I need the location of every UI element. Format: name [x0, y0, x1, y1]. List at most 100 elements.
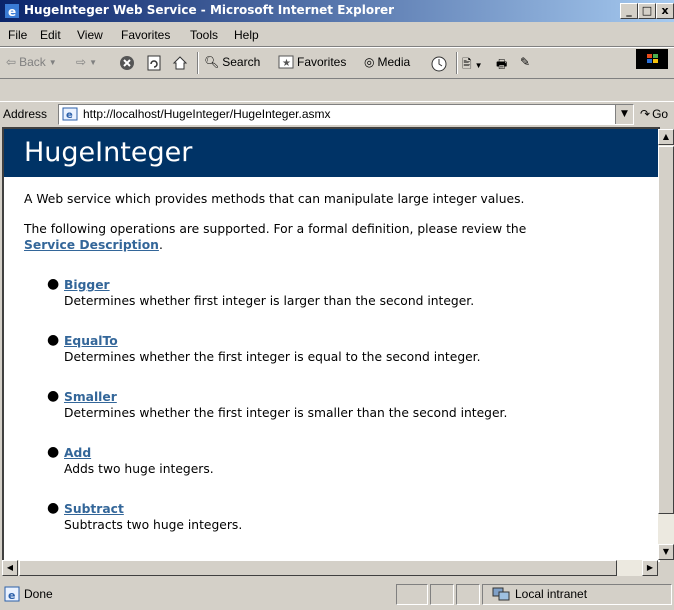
bullet-icon: ●	[47, 332, 60, 348]
close-button[interactable]: x	[656, 3, 674, 19]
print-icon: 🖶︎	[496, 57, 508, 71]
page-icon: e	[62, 107, 78, 121]
edit-icon: ✎	[520, 55, 531, 69]
menu-help[interactable]: Help	[234, 28, 259, 42]
vertical-scrollbar[interactable]: ▲ ▼	[658, 129, 674, 560]
address-label: Address	[3, 107, 48, 121]
go-button[interactable]: ↷ Go	[640, 107, 668, 121]
list-item: ● Bigger Determines whether first intege…	[47, 276, 660, 309]
list-item: ● Add Adds two huge integers.	[47, 444, 660, 477]
horizontal-scroll-thumb[interactable]	[19, 560, 617, 576]
scroll-up-button[interactable]: ▲	[658, 129, 674, 145]
bullet-icon: ●	[47, 444, 60, 460]
refresh-button[interactable]	[146, 55, 162, 71]
address-url: http://localhost/HugeInteger/HugeInteger…	[83, 107, 331, 121]
go-arrow-icon: ↷	[640, 107, 651, 121]
media-label: Media	[377, 55, 411, 69]
chevron-down-icon: ▼	[621, 109, 628, 119]
operation-description: Determines whether the first integer is …	[64, 350, 481, 364]
chevron-down-icon: ▼	[89, 57, 97, 67]
page-viewport: HugeInteger A Web service which provides…	[2, 127, 660, 562]
refresh-icon	[147, 55, 161, 71]
chevron-down-icon: ▼	[474, 61, 483, 70]
arrow-up-icon: ▲	[662, 132, 670, 141]
chevron-down-icon: ▼	[48, 57, 57, 67]
toolbar-overflow-button[interactable]: »	[658, 55, 665, 69]
address-bar: Address e http://localhost/HugeInteger/H…	[0, 101, 674, 126]
supported-text: The following operations are supported. …	[24, 222, 527, 252]
chevron-right-icon: »	[658, 55, 665, 69]
operation-link-equalto[interactable]: EqualTo	[64, 334, 118, 348]
menu-file[interactable]: File	[8, 28, 27, 42]
search-icon: 🔍︎	[204, 55, 220, 69]
status-pane	[430, 584, 454, 605]
stop-button[interactable]	[119, 55, 135, 71]
operation-link-bigger[interactable]: Bigger	[64, 278, 110, 292]
operation-description: Determines whether the first integer is …	[64, 406, 508, 420]
toolbar-separator	[197, 52, 199, 74]
horizontal-scrollbar[interactable]: ◀ ▶	[2, 560, 658, 576]
arrow-down-icon: ▼	[662, 547, 670, 556]
favorites-icon: ★	[278, 55, 294, 69]
back-button[interactable]: ⇦ Back ▼	[6, 55, 57, 69]
menu-view[interactable]: View	[77, 28, 103, 42]
forward-button[interactable]: ⇨ ▼	[76, 55, 97, 69]
arrow-right-icon: ▶	[646, 563, 654, 572]
scroll-left-button[interactable]: ◀	[2, 560, 18, 576]
toolbar-separator	[456, 52, 458, 74]
page-done-icon: e	[4, 586, 20, 602]
operation-description: Adds two huge integers.	[64, 462, 214, 476]
history-button[interactable]	[430, 55, 448, 73]
media-button[interactable]: ◎ Media	[364, 55, 410, 69]
status-pane	[396, 584, 428, 605]
print-button[interactable]: 🖶︎	[496, 55, 507, 76]
bullet-icon: ●	[47, 500, 60, 516]
favorites-button[interactable]: ★ Favorites	[278, 55, 346, 69]
address-input[interactable]: e http://localhost/HugeInteger/HugeInteg…	[58, 104, 634, 125]
supported-label: The following operations are supported. …	[24, 222, 527, 236]
status-bar: e Done Local intranet	[0, 582, 674, 606]
scroll-right-button[interactable]: ▶	[642, 560, 658, 576]
browser-window: e HugeInteger Web Service - Microsoft In…	[0, 0, 674, 610]
svg-text:★: ★	[282, 58, 291, 69]
menu-edit[interactable]: Edit	[40, 28, 61, 42]
arrow-left-icon: ◀	[6, 563, 14, 572]
menu-favorites[interactable]: Favorites	[121, 28, 170, 42]
operation-link-smaller[interactable]: Smaller	[64, 390, 117, 404]
svg-text:e: e	[66, 110, 73, 121]
intro-text: A Web service which provides methods tha…	[24, 192, 525, 206]
favorites-label: Favorites	[297, 55, 347, 69]
minimize-button[interactable]: _	[620, 3, 638, 19]
address-dropdown[interactable]: ▼	[615, 105, 633, 124]
operation-description: Determines whether first integer is larg…	[64, 294, 475, 308]
home-button[interactable]	[172, 55, 188, 71]
menu-tools[interactable]: Tools	[190, 28, 218, 42]
mail-button[interactable]: 🖹︎ ▼	[462, 55, 483, 76]
menu-bar: File Edit View Favorites Tools Help	[0, 24, 674, 69]
page-content: A Web service which provides methods tha…	[4, 191, 660, 533]
zone-label: Local intranet	[515, 587, 588, 601]
operations-list: ● Bigger Determines whether first intege…	[24, 276, 660, 533]
back-label: Back	[19, 55, 46, 69]
operation-link-subtract[interactable]: Subtract	[64, 502, 124, 516]
service-description-link[interactable]: Service Description	[24, 238, 159, 252]
window-title: HugeInteger Web Service - Microsoft Inte…	[24, 3, 395, 17]
list-item: ● Smaller Determines whether the first i…	[47, 388, 660, 421]
mail-icon: 🖹︎	[462, 57, 472, 71]
search-button[interactable]: 🔍︎ Search	[204, 55, 260, 69]
search-label: Search	[222, 55, 261, 69]
bullet-icon: ●	[47, 276, 60, 292]
title-bar[interactable]: e HugeInteger Web Service - Microsoft In…	[0, 0, 674, 22]
forward-arrow-icon: ⇨	[76, 55, 87, 69]
vertical-scroll-thumb[interactable]	[658, 146, 674, 514]
history-icon	[431, 56, 447, 72]
maximize-button[interactable]: □	[638, 3, 656, 19]
edit-button[interactable]: ✎	[520, 55, 530, 69]
status-pane	[456, 584, 480, 605]
list-item: ● EqualTo Determines whether the first i…	[47, 332, 660, 365]
scroll-down-button[interactable]: ▼	[658, 544, 674, 560]
operation-link-add[interactable]: Add	[64, 446, 91, 460]
stop-icon	[120, 56, 134, 70]
standard-toolbar: ⇦ Back ▼ ⇨ ▼ 🔍︎ Search ★ Favorites ◎ Med…	[0, 47, 674, 79]
page-heading: HugeInteger	[4, 129, 660, 177]
